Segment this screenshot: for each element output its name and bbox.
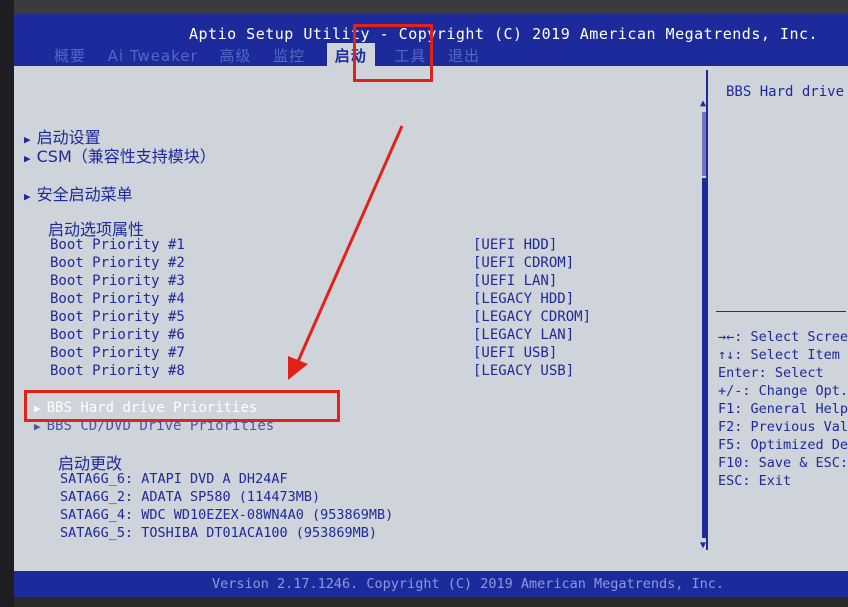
annotation-arrow-icon: [288, 125, 404, 380]
bios-screen: Aptio Setup Utility - Copyright (C) 2019…: [14, 14, 848, 597]
monitor-bezel-left: [0, 0, 14, 607]
monitor-bezel-top: [0, 0, 848, 14]
